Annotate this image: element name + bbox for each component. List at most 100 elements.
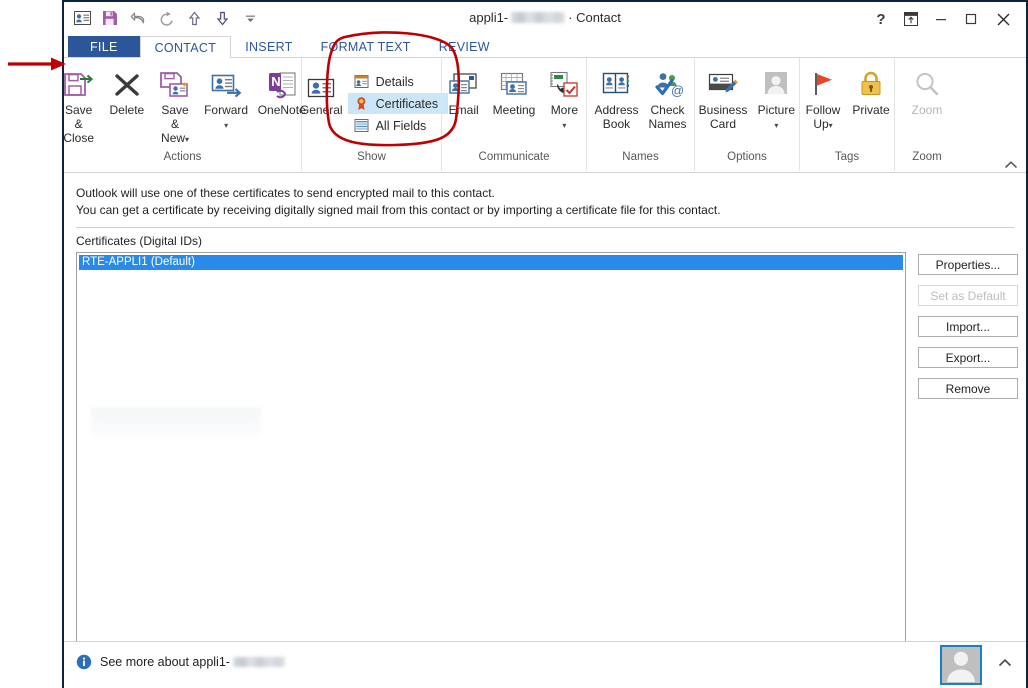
ribbon: Save & Close Delete Save & New▾ Forward … [63,58,1026,173]
avatar[interactable] [940,645,982,685]
ribbon-group-actions: Save & Close Delete Save & New▾ Forward … [63,58,306,171]
tab-review[interactable]: REVIEW [425,36,504,57]
show-menu-item-certificates[interactable]: Certificates [347,93,449,114]
status-bar: See more about appli1- [64,641,1026,688]
ribbon-group-show: General Details Certificates All Fields … [300,58,449,171]
ribbon-group-communicate: Email Meeting More ▾ Communicate [441,58,586,171]
svg-text:N: N [271,74,280,89]
chevron-up-icon[interactable] [998,658,1012,668]
save-and-close-label: Save & Close [63,103,95,145]
general-contact-icon [306,66,336,100]
follow-up-label: Follow Up▾ [805,103,841,131]
show-menu-item-all-fields[interactable]: All Fields [348,115,449,136]
show-menu-item-details[interactable]: Details [348,71,449,92]
see-more-text: See more about appli1- [100,655,288,669]
picture-button[interactable]: Picture ▾ [752,64,800,131]
certificate-actions: Properties... Set as Default Import... E… [918,252,1018,658]
all-fields-icon [354,118,369,133]
window-title-suffix: · Contact [568,10,621,25]
show-menu-label-details: Details [375,74,414,89]
meeting-button[interactable]: Meeting [488,64,541,117]
see-more-redacted [232,657,285,667]
ribbon-group-label-actions: Actions [163,151,202,163]
private-button[interactable]: Private [847,64,895,117]
email-icon [448,66,480,100]
forward-icon [210,66,242,100]
meeting-icon [498,66,530,100]
email-label: Email [448,103,479,117]
check-names-button[interactable]: @ Check Names [644,64,692,131]
delete-label: Delete [109,103,145,117]
certificates-icon [354,96,369,111]
certificates-list-label: Certificates (Digital IDs) [76,234,203,248]
delete-button[interactable]: Delete [103,64,151,117]
tab-contact[interactable]: CONTACT [139,36,232,58]
address-book-button[interactable]: Address Book [589,64,643,131]
window-title-redacted [511,12,566,23]
import-button[interactable]: Import... [918,316,1018,337]
check-names-label: Check Names [648,103,687,131]
properties-button[interactable]: Properties... [918,254,1018,275]
forward-button[interactable]: Forward ▾ [199,64,253,131]
title-bar: appli1- · Contact ? [64,2,1026,36]
info-text-block: Outlook will use one of these certificat… [64,173,1026,219]
save-and-close-button[interactable]: Save & Close [54,64,102,145]
help-button[interactable]: ? [866,8,896,30]
show-menu: Details Certificates All Fields [347,64,449,136]
show-menu-label-all-fields: All Fields [375,118,427,133]
certificates-row: RTE-APPLI1 (Default) Properties... Set a… [64,252,1026,658]
ribbon-group-zoom: Zoom Zoom [894,58,959,171]
faint-artifact [91,408,261,438]
ribbon-group-label-names: Names [622,151,659,163]
ribbon-tabs: FILE CONTACT INSERT FORMAT TEXT REVIEW [64,36,1026,58]
remove-button[interactable]: Remove [918,378,1018,399]
ribbon-group-label-options: Options [727,151,767,163]
private-label: Private [852,103,890,117]
list-item[interactable]: RTE-APPLI1 (Default) [79,255,903,270]
save-and-new-label: Save & New▾ [161,103,190,145]
save-and-close-icon [63,66,95,100]
certificates-listbox[interactable]: RTE-APPLI1 (Default) [76,252,906,658]
info-line-2: You can get a certificate by receiving d… [76,203,721,217]
zoom-button[interactable]: Zoom [903,64,951,117]
maximize-button[interactable] [956,8,986,30]
meeting-label: Meeting [492,103,536,117]
save-and-new-button[interactable]: Save & New▾ [151,64,199,145]
ribbon-group-label-zoom: Zoom [912,151,942,163]
screenshot-root: appli1- · Contact ? FILE CONTACT INSERT … [0,0,1028,688]
follow-up-button[interactable]: Follow Up▾ [799,64,847,131]
info-line-1: Outlook will use one of these certificat… [76,186,495,200]
set-as-default-button[interactable]: Set as Default [918,285,1018,306]
tab-insert[interactable]: INSERT [231,36,306,57]
ribbon-group-label-communicate: Communicate [478,151,550,163]
more-button[interactable]: More ▾ [540,64,588,131]
business-card-icon [707,66,739,100]
forward-label: Forward ▾ [204,103,249,130]
ribbon-group-label-tags: Tags [834,151,860,163]
see-more-area[interactable]: See more about appli1- [76,654,288,670]
address-book-icon [600,66,632,100]
collapse-ribbon-button[interactable] [1004,160,1018,170]
minimize-button[interactable] [926,8,956,30]
export-button[interactable]: Export... [918,347,1018,368]
onenote-icon: N [266,66,298,100]
business-card-button[interactable]: Business Card [694,64,753,131]
close-button[interactable] [986,8,1020,30]
info-icon [76,654,92,670]
tab-file[interactable]: FILE [68,36,140,57]
contact-window: appli1- · Contact ? FILE CONTACT INSERT … [62,0,1028,688]
ribbon-group-tags: Follow Up▾ Private Tags [799,58,894,171]
delete-icon [111,66,143,100]
general-button[interactable]: General [295,64,348,117]
ribbon-display-options-button[interactable] [896,8,926,30]
zoom-label: Zoom [911,103,943,117]
certificates-pane: Outlook will use one of these certificat… [64,173,1026,688]
picture-icon [760,66,792,100]
ribbon-group-options: Business Card Picture ▾ Options [694,58,799,171]
more-label: More ▾ [550,103,579,130]
tab-format-text[interactable]: FORMAT TEXT [307,36,425,57]
email-button[interactable]: Email [440,64,488,117]
ribbon-group-label-show: Show [357,151,386,163]
show-menu-label-certificates: Certificates [375,96,439,111]
svg-text:@: @ [671,83,684,98]
